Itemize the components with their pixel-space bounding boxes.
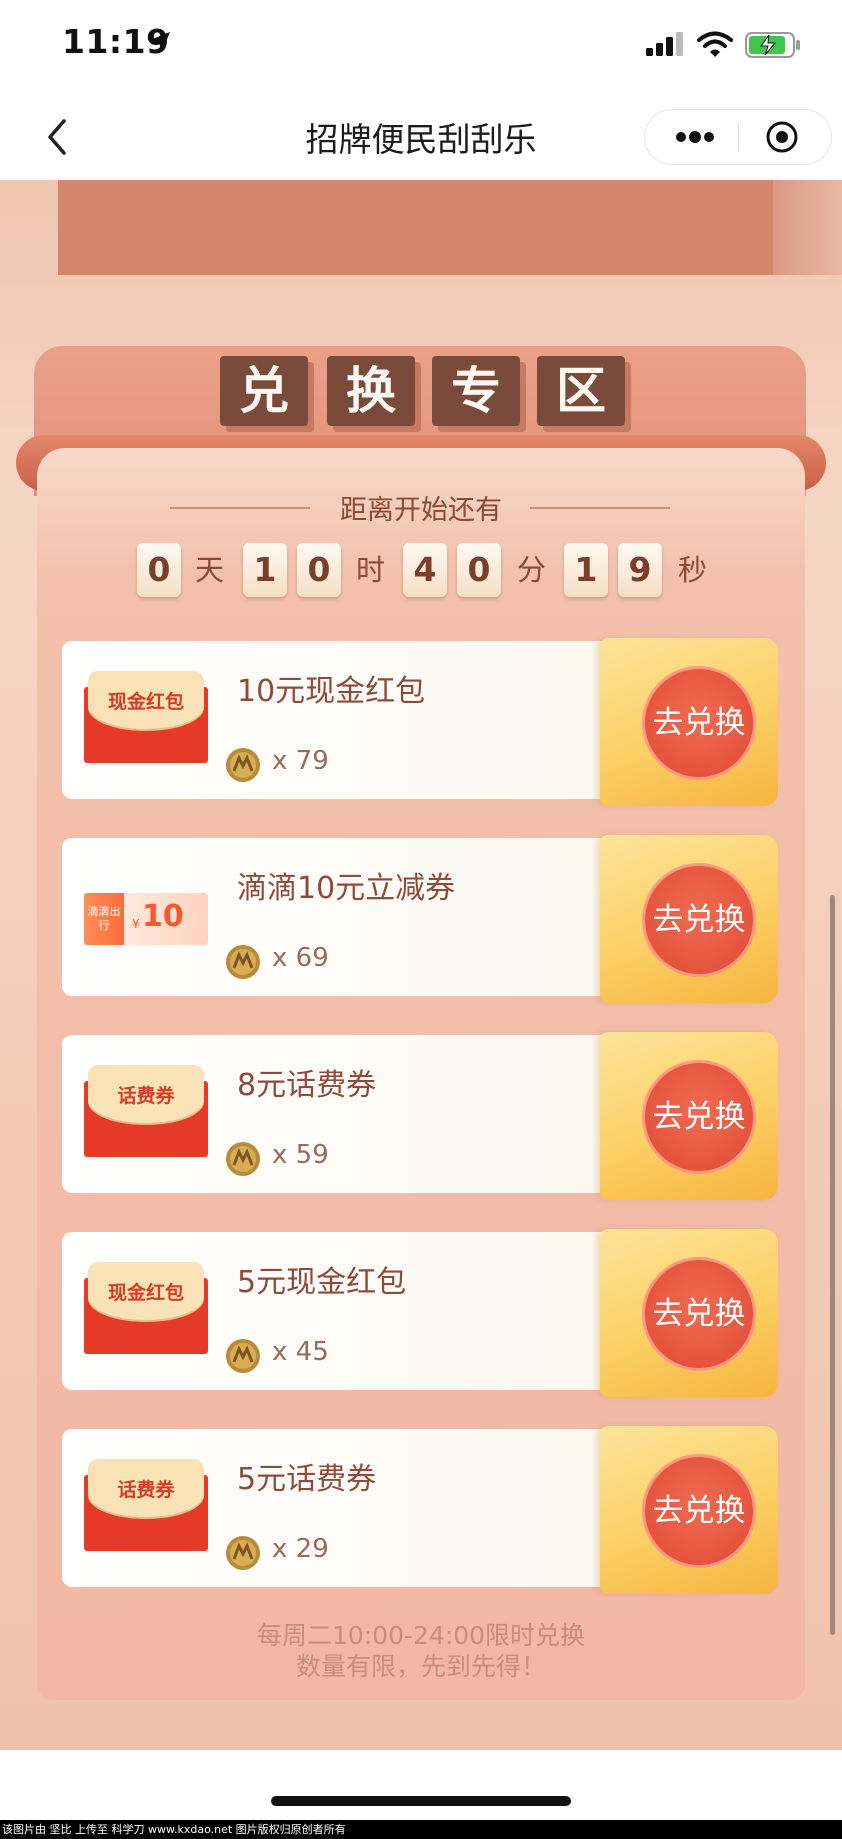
reward-card: 话费券 8元话费券 x 59 去兑换 — [62, 1032, 778, 1200]
reward-cost: x 45 — [272, 1337, 329, 1367]
reward-icon-label: 现金红包 — [107, 691, 184, 713]
battery-charging-icon — [745, 32, 800, 58]
countdown-minutes-digit: 4 — [403, 543, 447, 597]
exchange-page: 兑 换 专 区 距离开始还有 0 天 1 0 时 4 0 分 1 9 秒 现金红… — [0, 180, 842, 1750]
coin-icon — [226, 1536, 260, 1570]
top-banner — [58, 180, 773, 275]
capsule-divider — [738, 123, 739, 151]
section-title-char: 专 — [432, 356, 520, 426]
countdown-timer: 0 天 1 0 时 4 0 分 1 9 秒 — [0, 543, 842, 599]
exchange-schedule-note: 每周二10:00-24:00限时兑换 — [256, 1621, 586, 1650]
exchange-button[interactable]: 去兑换 — [642, 1454, 756, 1568]
reward-icon-label: 话费券 — [117, 1085, 175, 1107]
section-title-char: 区 — [537, 356, 625, 426]
reward-name: 滴滴10元立减券 — [237, 871, 456, 906]
coin-icon — [226, 748, 260, 782]
reward-cost: x 29 — [272, 1534, 329, 1564]
reward-card: 现金红包 10元现金红包 x 79 去兑换 — [62, 638, 778, 806]
reward-name: 10元现金红包 — [237, 674, 426, 709]
vertical-scrollbar[interactable] — [830, 895, 835, 1635]
reward-cost: x 59 — [272, 1140, 329, 1170]
location-arrow-icon — [150, 32, 170, 52]
bottom-safe-area — [0, 1750, 842, 1820]
red-envelope-icon: 话费券 — [84, 1459, 208, 1551]
section-title-char: 换 — [327, 356, 415, 426]
reward-name: 8元话费券 — [237, 1068, 377, 1103]
exchange-button[interactable]: 去兑换 — [642, 1060, 756, 1174]
wifi-icon — [697, 31, 733, 57]
mini-program-capsule — [644, 109, 832, 165]
countdown-seconds-digit: 1 — [564, 543, 608, 597]
coin-icon — [226, 1142, 260, 1176]
cellular-signal-icon — [646, 32, 683, 56]
reward-cost: x 69 — [272, 943, 329, 973]
exchange-button[interactable]: 去兑换 — [642, 1257, 756, 1371]
section-title-char: 兑 — [220, 356, 308, 426]
reward-name: 5元现金红包 — [237, 1265, 407, 1300]
status-bar: 11:19 — [0, 0, 842, 95]
more-dots-icon[interactable] — [673, 126, 717, 148]
red-envelope-icon: 现金红包 — [84, 671, 208, 763]
countdown-hours-digit: 1 — [243, 543, 287, 597]
coin-icon — [226, 1339, 260, 1373]
watermark-caption: 该图片由 坚比 上传至 科学刀 www.kxdao.net 图片版权归原创者所有 — [0, 1820, 842, 1839]
nav-bar: 招牌便民刮刮乐 — [0, 95, 842, 180]
limited-quantity-note: 数量有限，先到先得！ — [295, 1652, 546, 1681]
coin-icon — [226, 945, 260, 979]
reward-card: 滴滴出行 ¥ 10 滴滴10元立减券 x 69 去兑换 — [62, 835, 778, 1003]
red-envelope-icon: 现金红包 — [84, 1262, 208, 1354]
exchange-button[interactable]: 去兑换 — [642, 666, 756, 780]
exchange-button[interactable]: 去兑换 — [642, 863, 756, 977]
countdown-hours-unit: 时 — [356, 553, 386, 587]
countdown-minutes-digit: 0 — [457, 543, 501, 597]
reward-name: 5元话费券 — [237, 1462, 377, 1497]
red-envelope-icon: 话费券 — [84, 1065, 208, 1157]
countdown-days-digit: 0 — [137, 543, 181, 597]
countdown-label: 距离开始还有 — [340, 495, 502, 526]
close-mini-program-icon[interactable] — [765, 120, 799, 154]
reward-card: 现金红包 5元现金红包 x 45 去兑换 — [62, 1229, 778, 1397]
reward-icon-label: 话费券 — [117, 1479, 175, 1501]
reward-icon-label: 现金红包 — [107, 1282, 184, 1304]
home-indicator[interactable] — [271, 1796, 571, 1806]
coupon-brand: 滴滴出行 — [87, 905, 121, 932]
countdown-hours-digit: 0 — [297, 543, 341, 597]
didi-coupon-icon: 滴滴出行 ¥ 10 — [84, 893, 208, 945]
countdown-seconds-digit: 9 — [618, 543, 662, 597]
countdown-days-unit: 天 — [195, 553, 225, 587]
reward-icon-label: 10 — [142, 899, 184, 934]
countdown-seconds-unit: 秒 — [678, 553, 708, 587]
countdown-divider-right — [530, 507, 670, 509]
reward-cost: x 79 — [272, 746, 329, 776]
coupon-currency: ¥ — [132, 917, 140, 931]
reward-card: 话费券 5元话费券 x 29 去兑换 — [62, 1426, 778, 1594]
countdown-minutes-unit: 分 — [517, 553, 547, 587]
top-banner-edge — [773, 180, 842, 275]
